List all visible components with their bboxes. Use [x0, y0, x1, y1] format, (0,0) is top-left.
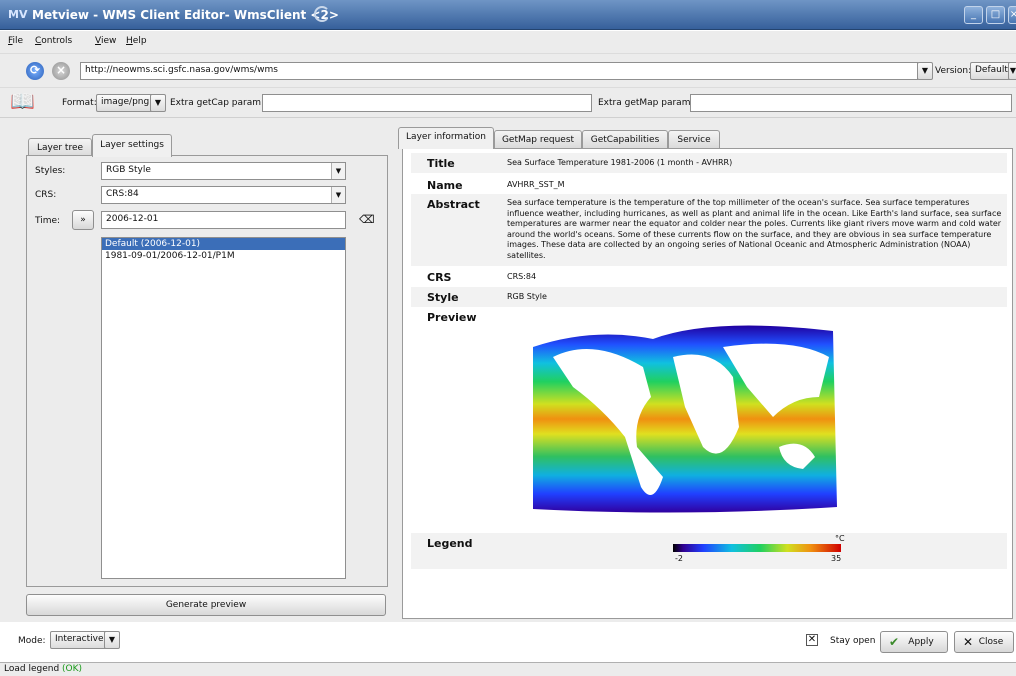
time-select-button[interactable]: » [72, 210, 94, 230]
time-input[interactable]: 2006-12-01 [101, 211, 346, 229]
close-button[interactable]: ✕ Close [954, 631, 1014, 653]
menu-view[interactable]: View [95, 36, 116, 46]
format-combo[interactable]: image/png [96, 94, 155, 112]
tab-layer-settings[interactable]: Layer settings [92, 134, 172, 157]
version-dropdown-arrow[interactable]: ▼ [1008, 62, 1016, 80]
url-history-dropdown[interactable]: ▼ [917, 62, 933, 80]
styles-label: Styles: [35, 166, 66, 176]
style-value: RGB Style [507, 292, 547, 301]
abstract-value: Sea surface temperature is the temperatu… [507, 198, 1002, 260]
time-label: Time: [35, 216, 61, 226]
version-label: Version: [935, 66, 972, 76]
menu-controls[interactable]: Controls [35, 36, 72, 46]
crs-info-value: CRS:84 [507, 272, 537, 281]
legend-max: 35 [831, 554, 842, 563]
close-icon: ✕ [963, 635, 974, 649]
preview-key: Preview [427, 311, 477, 324]
name-key: Name [427, 179, 463, 192]
layer-information-panel: Title Sea Surface Temperature 1981-2006 … [402, 148, 1013, 619]
generate-preview-button[interactable]: Generate preview [26, 594, 386, 616]
info-row-style: Style RGB Style [411, 287, 1007, 307]
url-toolbar: ⟳ × http://neowms.sci.gsfc.nasa.gov/wms/… [0, 53, 1016, 87]
menu-help[interactable]: Help [126, 36, 147, 46]
list-item[interactable]: Default (2006-12-01) [102, 238, 345, 250]
time-list[interactable]: Default (2006-12-01) 1981-09-01/2006-12-… [101, 237, 346, 579]
extra-getcap-label: Extra getCap param: [170, 98, 265, 108]
format-toolbar: 📖 Format: image/png ▼ Extra getCap param… [0, 87, 1016, 117]
crs-dropdown[interactable]: CRS:84 ▼ [101, 186, 346, 204]
extra-getmap-label: Extra getMap param: [598, 98, 694, 108]
styles-dropdown[interactable]: RGB Style ▼ [101, 162, 346, 180]
name-value: AVHRR_SST_M [507, 180, 565, 189]
mode-combo[interactable]: Interactive [50, 631, 109, 649]
book-icon[interactable]: 📖 [10, 89, 35, 113]
stay-open-checkbox[interactable]: ✕ [806, 634, 818, 646]
title-value: Sea Surface Temperature 1981-2006 (1 mon… [507, 158, 733, 167]
chevron-down-icon: ▼ [331, 163, 345, 179]
abstract-key: Abstract [427, 198, 480, 211]
layer-settings-panel: Styles: RGB Style ▼ CRS: CRS:84 ▼ Time: » … [26, 155, 388, 587]
info-row-legend: Legend °C -2 35 [411, 533, 1007, 569]
extra-getmap-input[interactable] [690, 94, 1012, 112]
info-row-abstract: Abstract Sea surface temperature is the … [411, 194, 1007, 266]
maximize-button[interactable]: □ [986, 6, 1005, 24]
stay-open-label: Stay open [830, 636, 876, 646]
crs-label: CRS: [35, 190, 57, 200]
app-icon: MV [8, 8, 28, 21]
title-key: Title [427, 157, 455, 170]
minimize-button[interactable]: _ [964, 6, 983, 24]
tab-getcapabilities[interactable]: GetCapabilities [582, 130, 668, 149]
menu-file[interactable]: File [8, 36, 23, 46]
title-bar: MV Metview - WMS Client Editor- WmsClien… [0, 0, 1016, 30]
chevron-down-icon: ▼ [331, 187, 345, 203]
tab-layer-information[interactable]: Layer information [398, 127, 494, 149]
format-label: Format: [62, 98, 97, 108]
legend-unit: °C [835, 534, 845, 543]
extra-getcap-input[interactable] [262, 94, 592, 112]
status-ok: (OK) [62, 664, 83, 674]
legend-key: Legend [427, 537, 473, 550]
mode-dropdown-arrow[interactable]: ▼ [104, 631, 120, 649]
tab-service[interactable]: Service [668, 130, 720, 149]
info-row-preview: Preview [411, 307, 1007, 533]
legend-min: -2 [675, 554, 683, 563]
info-row-title: Title Sea Surface Temperature 1981-2006 … [411, 153, 1007, 173]
status-bar: Load legend (OK) [0, 662, 1016, 676]
refresh-icon[interactable]: ⟳ [26, 62, 44, 80]
style-key: Style [427, 291, 459, 304]
list-item[interactable]: 1981-09-01/2006-12-01/P1M [102, 250, 345, 262]
format-dropdown-arrow[interactable]: ▼ [150, 94, 166, 112]
close-window-button[interactable]: × [1008, 6, 1016, 24]
crs-value: CRS:84 [106, 189, 139, 199]
close-label: Close [978, 637, 1004, 647]
info-row-name: Name AVHRR_SST_M [411, 175, 1007, 193]
tab-getmap-request[interactable]: GetMap request [494, 130, 582, 149]
apply-button[interactable]: ✔ Apply [880, 631, 948, 653]
apply-label: Apply [908, 637, 934, 647]
version-combo[interactable]: Default [970, 62, 1013, 80]
menu-bar: File Controls View Help [0, 31, 1016, 53]
url-input[interactable]: http://neowms.sci.gsfc.nasa.gov/wms/wms [80, 62, 918, 80]
spiral-icon [314, 6, 330, 22]
clear-field-icon[interactable]: ⌫ [359, 213, 375, 226]
info-row-crs: CRS CRS:84 [411, 267, 1007, 287]
mode-label: Mode: [18, 636, 46, 646]
crs-key: CRS [427, 271, 452, 284]
status-text: Load legend [4, 664, 60, 674]
legend-color-bar [673, 544, 841, 552]
stop-icon[interactable]: × [52, 62, 70, 80]
thumbs-up-icon: ✔ [889, 635, 900, 649]
sst-preview-map [533, 317, 841, 517]
styles-value: RGB Style [106, 165, 151, 175]
window-title: Metview - WMS Client Editor- WmsClient <… [32, 8, 339, 22]
